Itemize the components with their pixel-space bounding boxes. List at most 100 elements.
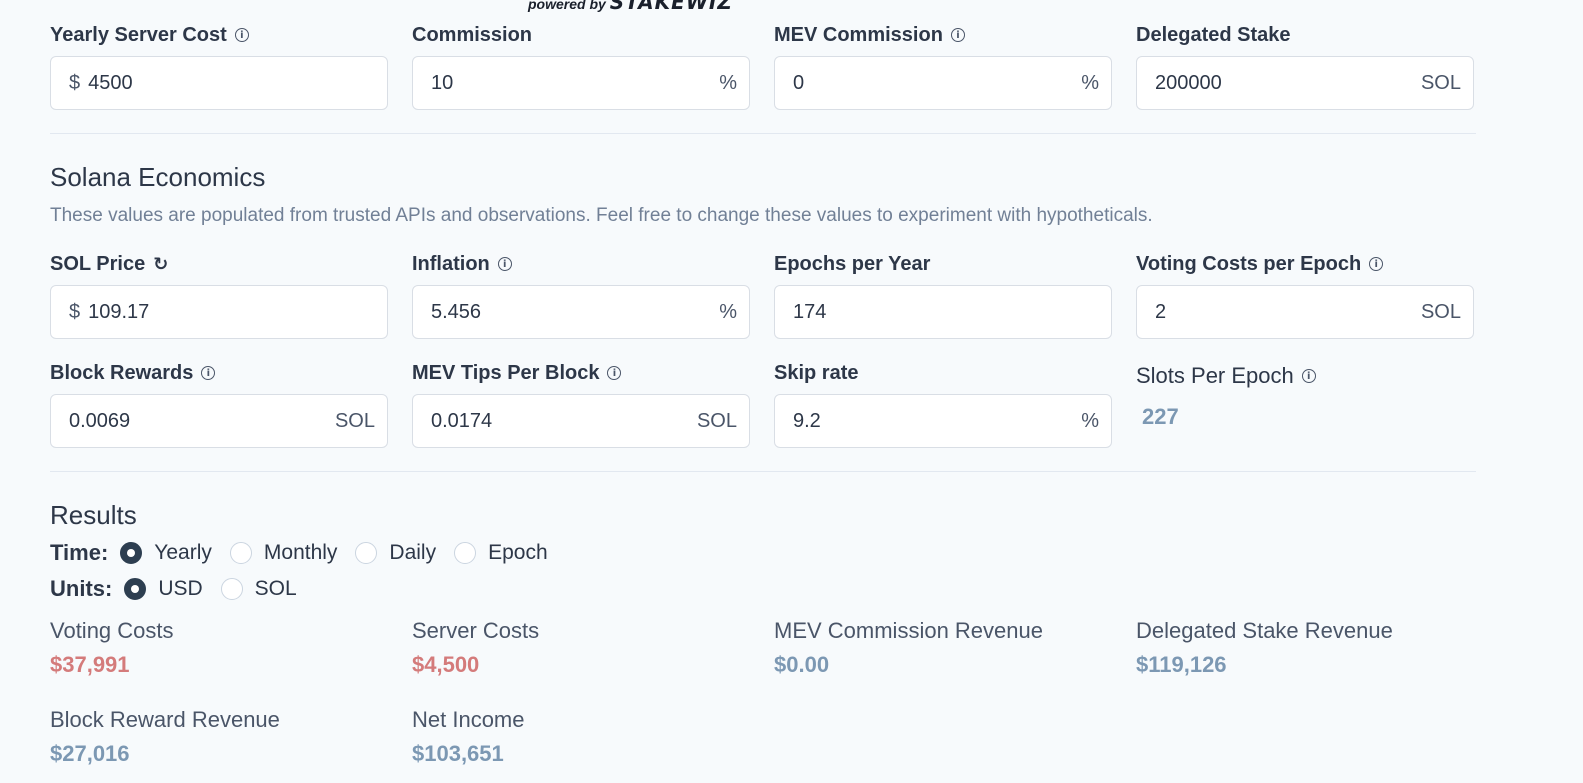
mev-tips-input[interactable]: 0.0174 SOL [412,394,750,448]
input-value: 9.2 [793,409,821,432]
info-icon[interactable]: i [950,28,965,42]
stat-label: Server Costs [412,618,540,643]
powered-by-stakewiz[interactable]: powered by STAKEWIZ [528,0,733,14]
units-label: Units: [50,576,113,601]
sol-suffix: SOL [1420,300,1461,323]
option-yearly[interactable]: Yearly [154,541,212,565]
stat-label: Net Income [412,707,525,732]
mev-tips-field: MEV Tips Per Block i 0.0174 SOL [412,358,750,448]
economics-description: These values are populated from trusted … [50,205,1153,226]
radio-sol[interactable] [220,578,243,600]
input-value: 200000 [1155,71,1222,94]
stat-value: $119,126 [1136,652,1227,677]
voting-costs-field: Voting Costs per Epoch i 2 SOL [1136,249,1474,339]
voting-costs-input[interactable]: 2 SOL [1136,285,1474,339]
dollar-prefix: $ [69,300,81,323]
stat-value: $27,016 [50,741,130,766]
sol-suffix: SOL [696,409,737,432]
mev-commission-field: MEV Commission i 0% [774,20,1112,110]
sol-suffix: SOL [1420,71,1461,94]
mev-commission-input[interactable]: 0% [774,56,1112,110]
option-epoch[interactable]: Epoch [488,541,548,565]
percent-suffix: % [719,71,737,94]
radio-yearly[interactable] [120,542,143,564]
radio-daily[interactable] [355,542,378,564]
input-value: 109.17 [88,300,150,323]
info-icon[interactable]: i [607,366,622,380]
percent-suffix: % [1081,71,1099,94]
option-sol[interactable]: SOL [255,577,297,601]
field-label: Delegated Stake [1136,23,1291,46]
field-label: SOL Price [50,252,146,275]
option-monthly[interactable]: Monthly [264,541,338,565]
radio-usd[interactable] [124,578,147,600]
delegated-stake-field: Delegated Stake 200000 SOL [1136,20,1474,110]
epochs-per-year-field: Epochs per Year 174 [774,249,1112,339]
sol-price-field: SOL Price ↻ $109.17 [50,249,388,339]
slots-per-epoch: Slots Per Epoch i 227 [1136,358,1474,448]
inflation-input[interactable]: 5.456% [412,285,750,339]
sol-suffix: SOL [334,409,375,432]
stat-label: Voting Costs [50,618,174,643]
option-usd[interactable]: USD [158,577,202,601]
input-value: 174 [793,300,827,323]
time-radio-group: Time: Yearly Monthly Daily Epoch [50,540,566,566]
percent-suffix: % [1081,409,1099,432]
field-label: Inflation [412,252,490,275]
delegated-stake-input[interactable]: 200000 SOL [1136,56,1474,110]
field-label: Voting Costs per Epoch [1136,252,1362,275]
block-rewards-input[interactable]: 0.0069 SOL [50,394,388,448]
field-label: MEV Commission [774,23,943,46]
info-icon[interactable]: i [201,366,216,380]
delegated-stake-revenue-stat: Delegated Stake Revenue $119,126 [1136,618,1474,678]
radio-epoch[interactable] [454,542,477,564]
input-value: 5.456 [431,300,482,323]
info-icon[interactable]: i [497,257,512,271]
results-row-2: Block Reward Revenue $27,016 Net Income … [50,707,1476,767]
epochs-per-year-input[interactable]: 174 [774,285,1112,339]
net-income-stat: Net Income $103,651 [412,707,750,767]
stat-value: $0.00 [774,652,830,677]
option-daily[interactable]: Daily [389,541,436,565]
inflation-field: Inflation i 5.456% [412,249,750,339]
info-icon[interactable]: i [234,28,249,42]
voting-costs-stat: Voting Costs $37,991 [50,618,388,678]
field-label: Skip rate [774,361,859,384]
validator-inputs-row: Yearly Server Cost i $4500 Commission 10%… [50,20,1476,110]
divider [50,133,1476,134]
results-title: Results [50,500,137,530]
input-value: 2 [1155,300,1167,323]
time-label: Time: [50,540,109,565]
refresh-icon[interactable]: ↻ [153,254,168,275]
stakewiz-logo: STAKEWIZ [609,0,733,14]
stat-value: $4,500 [412,652,480,677]
commission-input[interactable]: 10% [412,56,750,110]
input-value: 0 [793,71,805,94]
input-value: 10 [431,71,454,94]
results-row-1: Voting Costs $37,991 Server Costs $4,500… [50,618,1476,678]
units-radio-group: Units: USD SOL [50,576,315,602]
economics-title: Solana Economics [50,162,266,192]
stat-value: $103,651 [412,741,504,766]
mev-commission-revenue-stat: MEV Commission Revenue $0.00 [774,618,1112,678]
sol-price-input[interactable]: $109.17 [50,285,388,339]
stat-label: Block Reward Revenue [50,707,280,732]
percent-suffix: % [719,300,737,323]
field-label: Epochs per Year [774,252,931,275]
stat-label: Delegated Stake Revenue [1136,618,1393,643]
economics-row-2: Block Rewards i 0.0069 SOL MEV Tips Per Bl… [50,358,1476,448]
commission-field: Commission 10% [412,20,750,110]
yearly-server-cost-input[interactable]: $4500 [50,56,388,110]
field-label: MEV Tips Per Block [412,361,600,384]
skip-rate-field: Skip rate 9.2% [774,358,1112,448]
radio-monthly[interactable] [229,542,252,564]
info-icon[interactable]: i [1301,369,1316,383]
field-label: Yearly Server Cost [50,23,227,46]
input-value: 4500 [88,71,133,94]
slots-label: Slots Per Epoch [1136,363,1294,388]
info-icon[interactable]: i [1369,257,1384,271]
divider [50,471,1476,472]
field-label: Block Rewards [50,361,194,384]
field-label: Commission [412,23,533,46]
skip-rate-input[interactable]: 9.2% [774,394,1112,448]
